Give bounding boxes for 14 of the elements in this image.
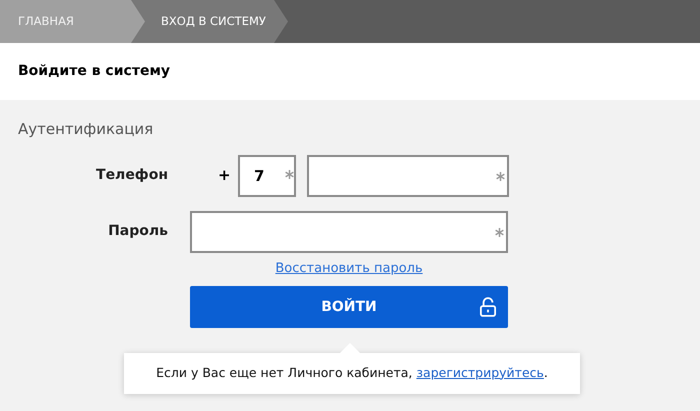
login-button[interactable]: ВОЙТИ [190,286,508,328]
restore-password-link[interactable]: Восстановить пароль [275,258,423,278]
plus-sign: + [218,165,232,186]
phone-field[interactable] [307,154,509,196]
register-link[interactable]: зарегистрируйтесь [416,364,544,380]
unlocked-padlock-icon [480,297,496,317]
breadcrumb-item[interactable]: ВХОД В СИСТЕМУ [131,0,288,43]
field-label: Пароль [108,222,168,241]
country-code-field[interactable]: 7 [238,154,296,196]
page-title: Войдите в систему [18,62,170,81]
password-field[interactable] [190,210,508,252]
register-note: Если у Вас еще нет Личного кабинета, зарегистрируйтесь. [156,364,548,382]
field-label: Телефон [96,166,168,185]
section-title: Аутентификация [18,119,154,140]
